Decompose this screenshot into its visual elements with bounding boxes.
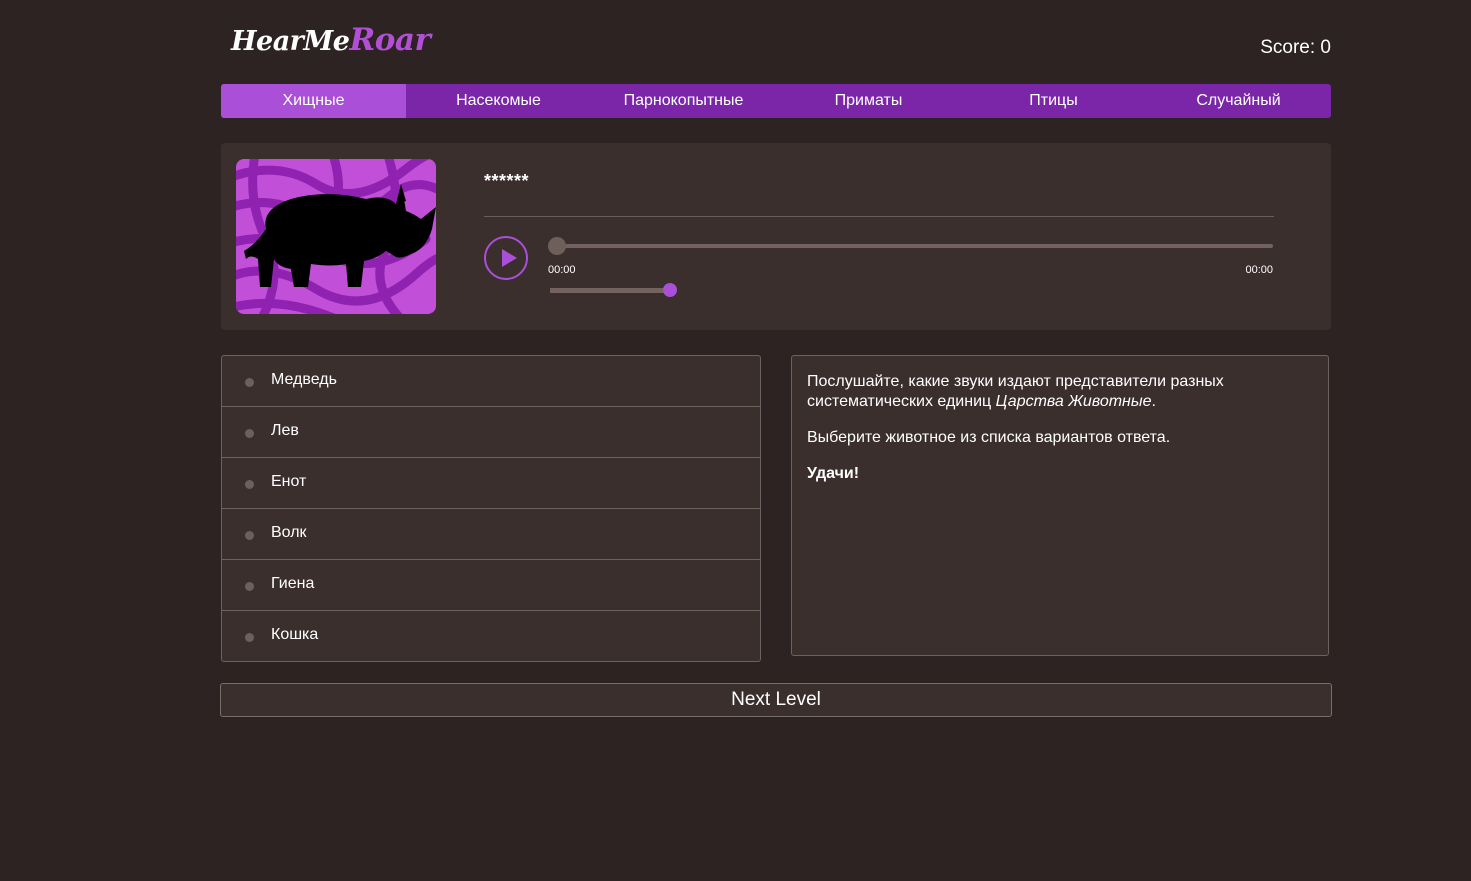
answer-option[interactable]: Волк (222, 509, 760, 560)
logo-part-2: Roar (349, 22, 431, 58)
answer-option[interactable]: Кошка (222, 611, 760, 661)
next-level-button[interactable]: Next Level (220, 683, 1332, 717)
category-nav: Хищные Насекомые Парнокопытные Приматы П… (221, 84, 1331, 118)
instructions-panel: Послушайте, какие звуки издают представи… (791, 355, 1329, 656)
volume-slider[interactable] (550, 288, 670, 293)
answer-label: Енот (271, 473, 307, 490)
instruction-paragraph-1: Послушайте, какие звуки издают представи… (807, 372, 1313, 412)
play-icon (502, 249, 517, 267)
play-button[interactable] (484, 236, 528, 280)
question-panel: ****** 00:00 00:00 (221, 143, 1331, 330)
divider (484, 216, 1274, 217)
progress-thumb[interactable] (548, 237, 566, 255)
animal-image (236, 159, 436, 314)
answer-label: Лев (271, 422, 299, 439)
answer-indicator (245, 531, 254, 540)
logo[interactable]: HearMeRoar (231, 22, 431, 58)
answer-indicator (245, 480, 254, 489)
tab-random[interactable]: Случайный (1146, 84, 1331, 118)
duration-time: 00:00 (1245, 264, 1273, 276)
answer-label: Гиена (271, 575, 315, 592)
answer-label: Кошка (271, 626, 319, 643)
logo-part-1: HearMe (231, 26, 350, 57)
rhino-silhouette-icon (236, 159, 436, 314)
instruction-emphasis: Царства Животные (995, 393, 1152, 410)
volume-fill (550, 288, 664, 293)
answer-indicator (245, 633, 254, 642)
answer-option[interactable]: Гиена (222, 560, 760, 611)
good-luck-text: Удачи! (807, 465, 860, 482)
score-display: Score: 0 (1260, 37, 1331, 58)
instruction-period: . (1151, 393, 1156, 410)
volume-thumb[interactable] (663, 283, 677, 297)
tab-predators[interactable]: Хищные (221, 84, 406, 118)
content-row: Медведь Лев Енот Волк Гиена Кошка Послуш… (221, 355, 1331, 662)
tab-ungulates[interactable]: Парнокопытные (591, 84, 776, 118)
tab-birds[interactable]: Птицы (961, 84, 1146, 118)
current-time: 00:00 (548, 264, 576, 276)
answer-indicator (245, 582, 254, 591)
answer-option[interactable]: Енот (222, 458, 760, 509)
app-container: HearMeRoar Score: 0 Хищные Насекомые Пар… (221, 0, 1331, 662)
answer-indicator (245, 378, 254, 387)
answer-label: Волк (271, 524, 307, 541)
answer-list: Медведь Лев Енот Волк Гиена Кошка (221, 355, 761, 662)
answer-option[interactable]: Медведь (222, 356, 760, 407)
tab-primates[interactable]: Приматы (776, 84, 961, 118)
tab-insects[interactable]: Насекомые (406, 84, 591, 118)
instruction-paragraph-2: Выберите животное из списка вариантов от… (807, 429, 1171, 446)
progress-track[interactable] (548, 244, 1273, 248)
hidden-animal-name: ****** (484, 171, 530, 191)
header: HearMeRoar Score: 0 (221, 0, 1331, 84)
answer-indicator (245, 429, 254, 438)
answer-option[interactable]: Лев (222, 407, 760, 458)
answer-label: Медведь (271, 371, 337, 388)
